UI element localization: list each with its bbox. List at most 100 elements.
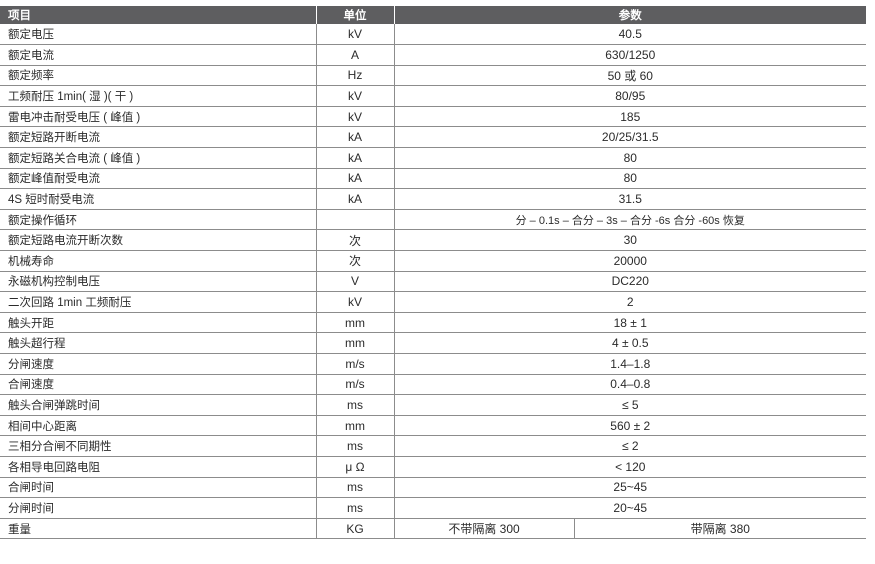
row-unit: m/s (316, 374, 395, 396)
row-unit: KG (316, 518, 395, 540)
row-item: 各相导电回路电阻 (0, 456, 317, 478)
row-value-with-isolation: 带隔离 380 (574, 518, 866, 540)
table-row: 相间中心距离 mm 560 ± 2 (0, 415, 866, 437)
row-item: 额定频率 (0, 65, 317, 87)
header-unit: 单位 (316, 6, 395, 24)
table-row: 触头合闸弹跳时间 ms ≤ 5 (0, 394, 866, 416)
row-item: 额定短路开断电流 (0, 126, 317, 149)
row-value: 0.4–0.8 (394, 374, 866, 396)
row-value: 25~45 (394, 477, 866, 499)
row-value: 4 ± 0.5 (394, 332, 866, 354)
row-item: 4S 短时耐受电流 (0, 188, 317, 210)
row-unit: 次 (316, 229, 395, 252)
row-unit: kV (316, 85, 395, 107)
row-item: 分闸速度 (0, 353, 317, 375)
row-unit: kA (316, 188, 395, 210)
row-value: 2 (394, 291, 866, 313)
row-unit: ms (316, 477, 395, 499)
row-value: 560 ± 2 (394, 415, 866, 437)
row-unit: μ Ω (316, 456, 395, 478)
row-unit: kA (316, 147, 395, 169)
row-item: 额定短路电流开断次数 (0, 229, 317, 252)
row-item: 工频耐压 1min( 湿 )( 干 ) (0, 85, 317, 107)
table-row: 触头开距 mm 18 ± 1 (0, 312, 866, 334)
table-row: 额定电流 A 630/1250 (0, 44, 866, 66)
row-unit: kV (316, 24, 395, 46)
row-value: 31.5 (394, 188, 866, 210)
table-row: 额定操作循环 分 – 0.1s – 合分 – 3s – 合分 -6s 合分 -60… (0, 209, 866, 231)
row-value: 185 (394, 106, 866, 128)
row-value: 20~45 (394, 497, 866, 519)
row-unit: m/s (316, 353, 395, 375)
row-item: 触头超行程 (0, 332, 317, 354)
table-row: 分闸时间 ms 20~45 (0, 497, 866, 519)
row-unit: mm (316, 332, 395, 354)
table-row-weight: 重量 KG 不带隔离 300 带隔离 380 (0, 518, 866, 540)
row-unit: Hz (316, 65, 395, 87)
row-value: ≤ 5 (394, 394, 866, 416)
row-value: 30 (394, 229, 866, 252)
table-row: 额定电压 kV 40.5 (0, 24, 866, 46)
table-row: 合闸时间 ms 25~45 (0, 477, 866, 499)
table-row: 额定峰值耐受电流 kA 80 (0, 168, 866, 190)
row-unit: V (316, 271, 395, 293)
row-item: 额定峰值耐受电流 (0, 168, 317, 190)
table-row: 永磁机构控制电压 V DC220 (0, 271, 866, 293)
spec-table-container: 项目 单位 参数 额定电压 kV 40.5 额定电流 A 630/1250 额定频率 Hz… (0, 6, 866, 540)
spec-table-header: 项目 单位 参数 (0, 6, 866, 24)
table-row: 机械寿命次 20000 (0, 250, 866, 272)
table-row: 二次回路 1min 工频耐压 kV 2 (0, 291, 866, 313)
row-item: 触头开距 (0, 312, 317, 334)
row-unit: 次 (316, 250, 395, 272)
row-value-without-isolation: 不带隔离 300 (394, 518, 575, 540)
row-item: 机械寿命 (0, 250, 317, 272)
table-row: 合闸速度 m/s 0.4–0.8 (0, 374, 866, 396)
row-value: DC220 (394, 271, 866, 293)
row-unit: A (316, 44, 395, 66)
row-unit: ms (316, 435, 395, 457)
row-item: 永磁机构控制电压 (0, 271, 317, 293)
row-item: 额定操作循环 (0, 209, 317, 231)
row-item: 相间中心距离 (0, 415, 317, 437)
spec-table-body: 额定电压 kV 40.5 额定电流 A 630/1250 额定频率 Hz 50 或 60 工… (0, 24, 866, 540)
row-unit: ms (316, 497, 395, 519)
row-value: 分 – 0.1s – 合分 – 3s – 合分 -6s 合分 -60s 恢复 (394, 209, 866, 231)
row-unit: kV (316, 106, 395, 128)
row-item: 雷电冲击耐受电压 ( 峰值 ) (0, 106, 317, 128)
row-item: 分闸时间 (0, 497, 317, 519)
table-row: 额定短路开断电流 kA 20/25/31.5 (0, 126, 866, 149)
row-value: 50 或 60 (394, 65, 866, 87)
row-value: 1.4–1.8 (394, 353, 866, 375)
row-unit (316, 209, 395, 231)
table-row: 三相分合闸不同期性 ms ≤ 2 (0, 435, 866, 457)
row-unit: mm (316, 415, 395, 437)
row-unit: kV (316, 291, 395, 313)
row-value: 18 ± 1 (394, 312, 866, 334)
table-row: 额定短路电流开断次数次 30 (0, 229, 866, 252)
header-row: 项目 单位 参数 (0, 6, 866, 24)
row-unit: kA (316, 126, 395, 149)
row-item: 额定电压 (0, 24, 317, 46)
row-value: 80 (394, 147, 866, 169)
row-value: 80 (394, 168, 866, 190)
table-row: 额定短路关合电流 ( 峰值 ) kA 80 (0, 147, 866, 169)
row-value: 20/25/31.5 (394, 126, 866, 149)
table-row: 工频耐压 1min( 湿 )( 干 ) kV 80/95 (0, 85, 866, 107)
row-item: 三相分合闸不同期性 (0, 435, 317, 457)
row-value: 630/1250 (394, 44, 866, 66)
row-item: 二次回路 1min 工频耐压 (0, 291, 317, 313)
header-item: 项目 (0, 6, 317, 24)
row-value: 80/95 (394, 85, 866, 107)
spec-table: 项目 单位 参数 额定电压 kV 40.5 额定电流 A 630/1250 额定频率 Hz… (0, 6, 866, 540)
row-unit: mm (316, 312, 395, 334)
table-row: 4S 短时耐受电流 kA 31.5 (0, 188, 866, 210)
row-item: 额定短路关合电流 ( 峰值 ) (0, 147, 317, 169)
row-value: < 120 (394, 456, 866, 478)
row-value: ≤ 2 (394, 435, 866, 457)
table-row: 各相导电回路电阻 μ Ω < 120 (0, 456, 866, 478)
row-unit: ms (316, 394, 395, 416)
row-item: 重量 (0, 518, 317, 540)
row-unit: kA (316, 168, 395, 190)
row-value: 40.5 (394, 24, 866, 46)
table-row: 分闸速度 m/s 1.4–1.8 (0, 353, 866, 375)
